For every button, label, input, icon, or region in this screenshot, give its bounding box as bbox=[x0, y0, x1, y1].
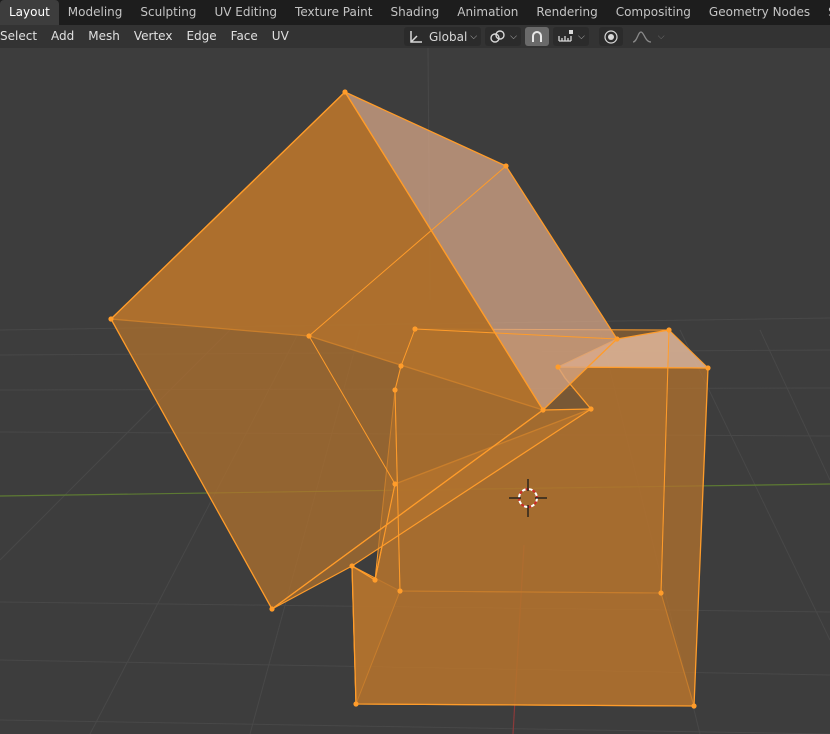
workspace-tab-layout[interactable]: Layout bbox=[0, 0, 59, 25]
snap-magnet-icon bbox=[531, 30, 542, 42]
chevron-down-icon: ⌵ bbox=[510, 31, 517, 42]
falloff-dropdown[interactable]: ⌵ bbox=[627, 27, 669, 46]
workspace-tab-shading[interactable]: Shading bbox=[381, 0, 448, 25]
menu-uv[interactable]: UV bbox=[265, 25, 296, 48]
workspace-tab-uv-editing[interactable]: UV Editing bbox=[205, 0, 286, 25]
pivot-point-icon bbox=[490, 29, 505, 43]
chevron-down-icon: ⌵ bbox=[657, 31, 665, 42]
transform-orientation-icon bbox=[410, 30, 422, 43]
proportional-editing-toggle[interactable] bbox=[598, 27, 623, 46]
transform-orientation-dropdown[interactable]: Global ⌵ bbox=[404, 27, 482, 46]
workspace-tab-rendering[interactable]: Rendering bbox=[527, 0, 606, 25]
workspace-tab-texture-paint[interactable]: Texture Paint bbox=[286, 0, 381, 25]
snap-target-dropdown[interactable]: ⌵ bbox=[552, 27, 589, 46]
workspace-tab-sculpting[interactable]: Sculpting bbox=[131, 0, 205, 25]
workspace-tabbar: Layout Modeling Sculpting UV Editing Texture… bbox=[0, 0, 830, 25]
proportional-editing-icon bbox=[604, 29, 618, 44]
mesh-object[interactable] bbox=[108, 89, 711, 709]
pivot-point-dropdown[interactable]: ⌵ bbox=[485, 27, 521, 46]
workspace-tab-modeling[interactable]: Modeling bbox=[59, 0, 132, 25]
transform-orientation-label: Global bbox=[429, 29, 468, 44]
snap-toggle[interactable] bbox=[524, 27, 549, 46]
3d-viewport[interactable] bbox=[0, 48, 830, 734]
snap-increment-icon bbox=[558, 29, 573, 42]
menu-add[interactable]: Add bbox=[44, 25, 81, 48]
menu-edge[interactable]: Edge bbox=[179, 25, 223, 48]
workspace-tab-geometry-nodes[interactable]: Geometry Nodes bbox=[700, 0, 819, 25]
chevron-down-icon: ⌵ bbox=[470, 31, 478, 42]
chevron-down-icon: ⌵ bbox=[577, 31, 585, 42]
workspace-tab-scripting[interactable]: Scripting bbox=[819, 0, 830, 25]
menu-select[interactable]: Select bbox=[0, 25, 44, 48]
menu-mesh[interactable]: Mesh bbox=[81, 25, 127, 48]
workspace-tab-compositing[interactable]: Compositing bbox=[607, 0, 700, 25]
viewport-tool-settings: Global ⌵ ⌵ ⌵ ⌵ bbox=[404, 26, 669, 47]
falloff-curve-icon bbox=[632, 30, 651, 43]
menu-face[interactable]: Face bbox=[224, 25, 265, 48]
menu-vertex[interactable]: Vertex bbox=[127, 25, 180, 48]
workspace-tab-animation[interactable]: Animation bbox=[448, 0, 527, 25]
